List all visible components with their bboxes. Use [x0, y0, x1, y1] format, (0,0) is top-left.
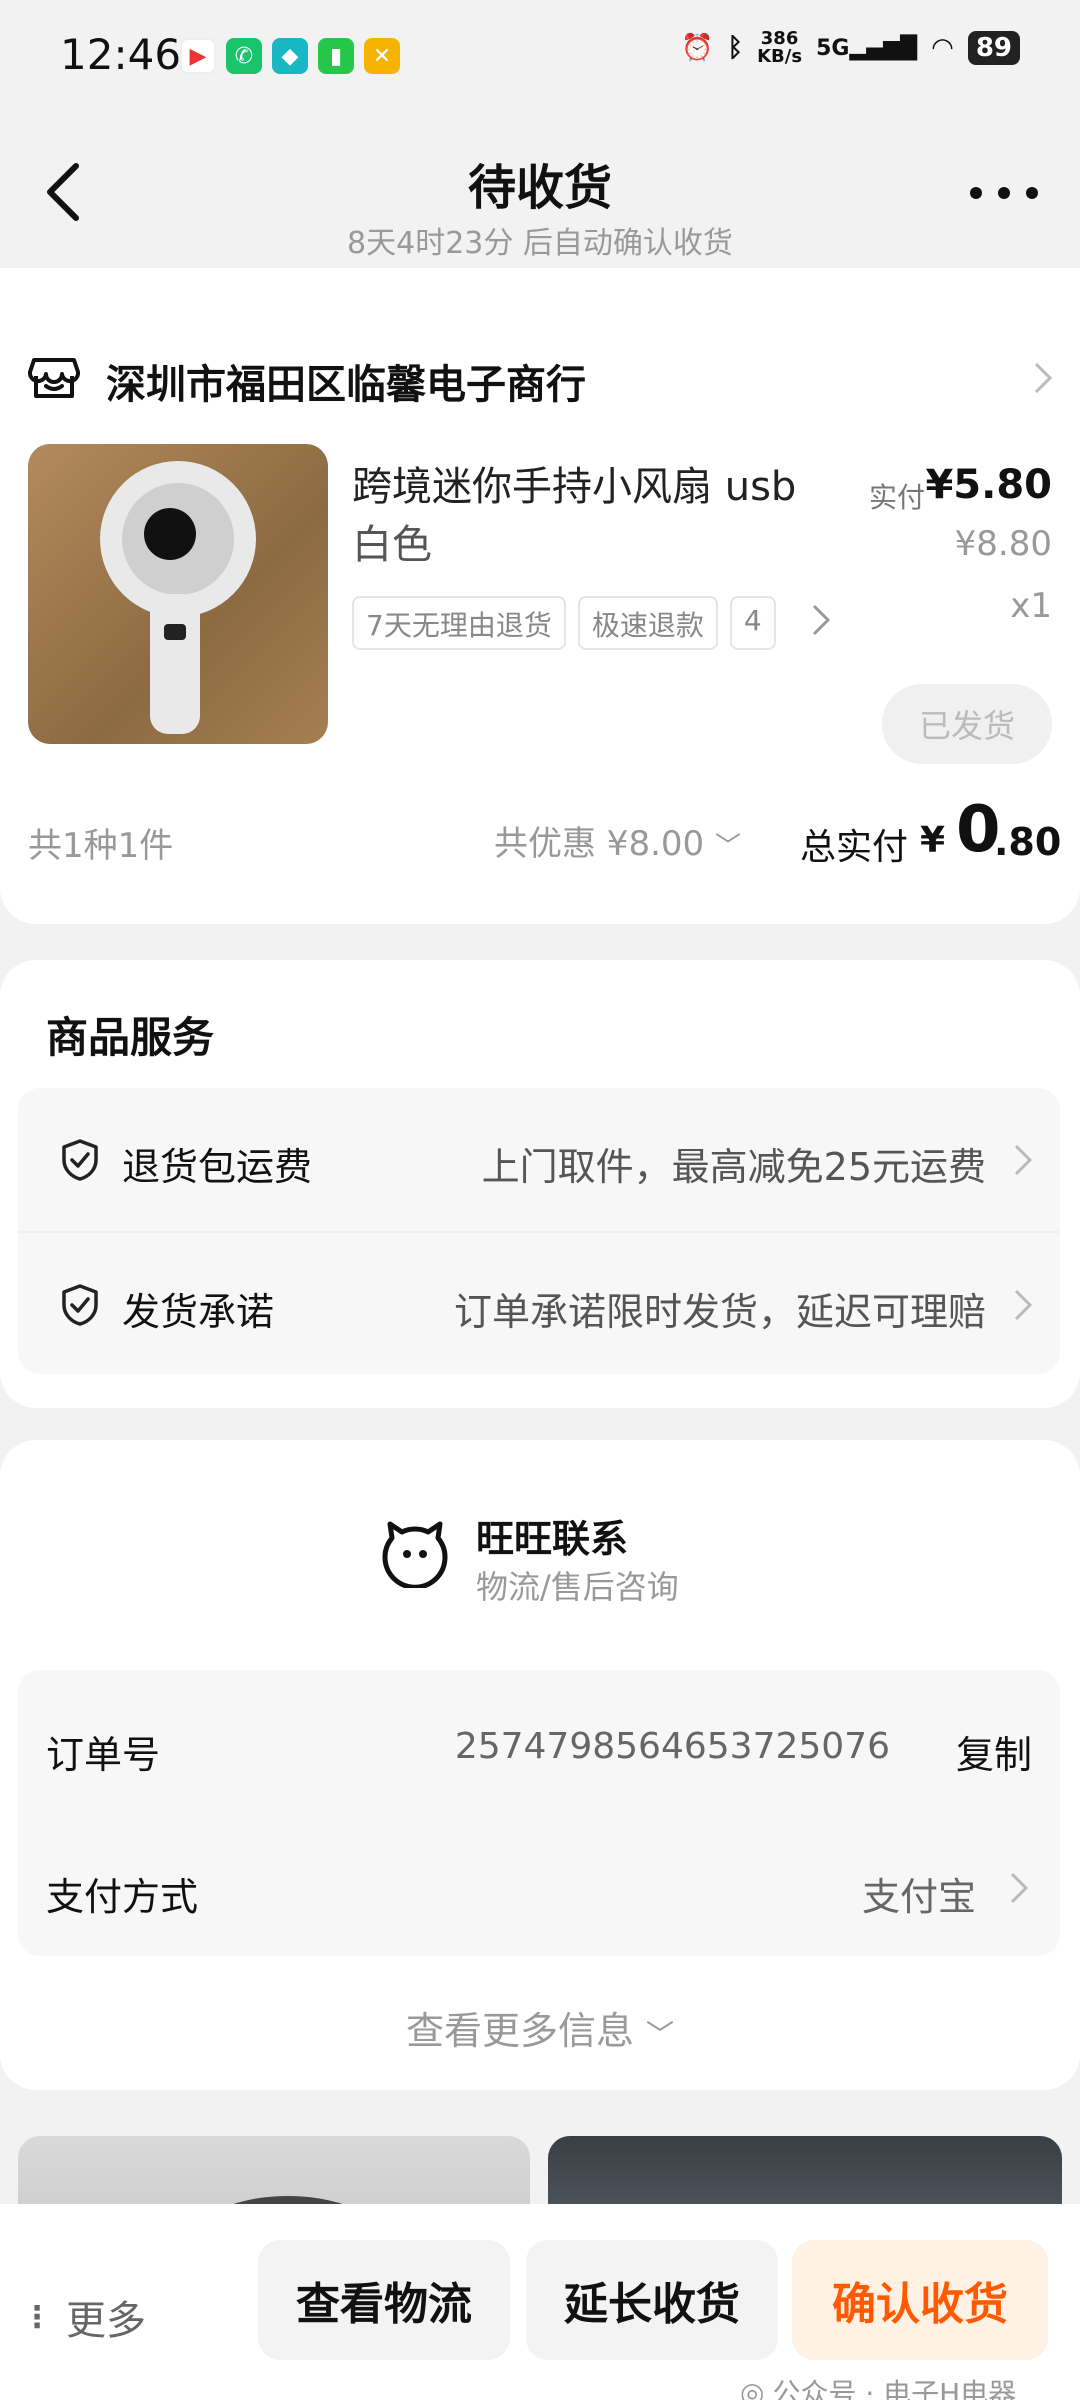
- service-row-shipping-promise[interactable]: 发货承诺 订单承诺限时发货，延迟可理赔: [18, 1231, 1060, 1374]
- service-name: 发货承诺: [122, 1290, 275, 1334]
- handheld-fan-picture: [100, 461, 256, 734]
- order-number-label: 订单号: [46, 1733, 161, 1777]
- auto-confirm-countdown: 8天4时23分 后自动确认收货: [347, 226, 733, 261]
- notification-app-icon: ▶: [180, 38, 216, 74]
- net-speed: 386 KB/s: [757, 28, 803, 67]
- wangwang-contact-title[interactable]: 旺旺联系: [476, 1508, 628, 1563]
- chevron-right-icon: [1014, 1144, 1033, 1176]
- wangwang-contact-subtitle: 物流/售后咨询: [476, 1568, 679, 1606]
- order-number: 2574798564653725076: [454, 1726, 890, 1767]
- service-card: 商品服务 退货包运费 上门取件，最高减免25元运费 发货承诺 订单承诺限时发货，…: [0, 960, 1080, 1408]
- service-section-title: 商品服务: [46, 1013, 215, 1062]
- tag-refund: 极速退款: [577, 596, 718, 650]
- status-app-icons: ▶ ✆ ◆ ▮ ✕: [180, 38, 400, 74]
- shipped-status-button: 已发货: [882, 684, 1052, 764]
- page-header: 待收货 8天4时23分 后自动确认收货: [0, 118, 1080, 268]
- payment-method-value[interactable]: 支付宝: [862, 1866, 976, 1921]
- chevron-down-icon: ﹀: [646, 2018, 675, 2051]
- product-image[interactable]: [28, 444, 328, 744]
- vertical-dots-icon: ⋮: [22, 2299, 52, 2335]
- battery-indicator: 89: [967, 31, 1020, 65]
- paid-label: 实付: [868, 481, 925, 514]
- chevron-right-icon[interactable]: [1032, 360, 1054, 396]
- service-list: 退货包运费 上门取件，最高减免25元运费 发货承诺 订单承诺限时发货，延迟可理赔: [18, 1088, 1060, 1374]
- order-card: 深圳市福田区临馨电子商行 跨境迷你手持小风扇 usb 白色 实付 ¥5.80 ¥…: [0, 268, 1080, 924]
- more-options-icon[interactable]: [964, 178, 1044, 208]
- service-row-return-shipping[interactable]: 退货包运费 上门取件，最高减免25元运费: [18, 1088, 1060, 1231]
- page-title: 待收货: [467, 160, 612, 216]
- shield-check-icon: [62, 1139, 98, 1181]
- confirm-receipt-button[interactable]: 确认收货: [792, 2240, 1048, 2360]
- quantity: x1: [1010, 586, 1052, 626]
- paid-price: ¥5.80: [925, 462, 1052, 508]
- item-count: 共1种1件: [28, 826, 174, 866]
- total-currency: ¥: [920, 820, 946, 861]
- phone-app-icon: ✆: [226, 38, 262, 74]
- watermark: ◎ 公众号 · 电子H电器: [740, 2372, 1016, 2400]
- service-tags[interactable]: 7天无理由退货 极速退款 4: [352, 596, 832, 650]
- bottom-action-bar: ⋮ 更多 查看物流 延长收货 确认收货: [0, 2204, 1080, 2400]
- store-name[interactable]: 深圳市福田区临馨电子商行: [106, 352, 586, 410]
- status-bar: 12:46 ▶ ✆ ◆ ▮ ✕ ⏰ ᛒ 386 KB/s 5G▂▄▆█ ◠ 89: [0, 0, 1080, 118]
- tag-return: 7天无理由退货: [352, 596, 566, 650]
- service-name: 退货包运费: [122, 1145, 313, 1189]
- extend-receipt-button[interactable]: 延长收货: [526, 2240, 778, 2360]
- status-indicators: ⏰ ᛒ 386 KB/s 5G▂▄▆█ ◠ 89: [681, 30, 1020, 66]
- tag-more: 4: [729, 596, 776, 650]
- chevron-right-icon[interactable]: [1008, 1870, 1030, 1906]
- discount-toggle[interactable]: 共优惠 ¥8.00 ﹀: [494, 816, 741, 865]
- service-desc: 订单承诺限时发货，延迟可理赔: [453, 1290, 986, 1334]
- clipboard-app-icon: ▮: [318, 38, 354, 74]
- order-info-card: 旺旺联系 物流/售后咨询 订单号 2574798564653725076 复制 …: [0, 1440, 1080, 2090]
- view-more-info[interactable]: 查看更多信息 ﹀: [0, 2000, 1080, 2055]
- wifi-icon: ◠: [931, 33, 954, 63]
- chevron-right-icon: [1014, 1289, 1033, 1321]
- signal-icon: 5G▂▄▆█: [816, 35, 918, 61]
- order-info-list: 订单号 2574798564653725076 复制 支付方式 支付宝: [18, 1670, 1060, 1956]
- bluetooth-icon: ᛒ: [727, 33, 744, 63]
- chevron-down-icon: ﹀: [714, 832, 741, 862]
- shield-check-icon: [62, 1284, 98, 1326]
- view-logistics-button[interactable]: 查看物流: [258, 2240, 510, 2360]
- service-desc: 上门取件，最高减免25元运费: [481, 1145, 986, 1189]
- tags-chevron-icon[interactable]: [810, 602, 832, 638]
- tools-app-icon: ✕: [364, 38, 400, 74]
- security-app-icon: ◆: [272, 38, 308, 74]
- original-price: ¥8.80: [954, 524, 1052, 564]
- total-label: 总实付: [800, 827, 909, 868]
- wechat-icon: ◎: [740, 2375, 765, 2400]
- store-icon: [28, 358, 80, 398]
- more-actions-button[interactable]: ⋮ 更多: [22, 2288, 146, 2346]
- product-title[interactable]: 跨境迷你手持小风扇 usb 白色: [352, 458, 832, 574]
- product-variant: 白色: [352, 522, 432, 568]
- total-decimal: .80: [994, 820, 1062, 864]
- payment-method-label: 支付方式: [46, 1875, 199, 1919]
- wangwang-chat-icon[interactable]: [380, 1518, 450, 1588]
- alarm-icon: ⏰: [681, 33, 714, 63]
- status-time: 12:46: [60, 30, 182, 79]
- copy-button[interactable]: 复制: [956, 1724, 1032, 1779]
